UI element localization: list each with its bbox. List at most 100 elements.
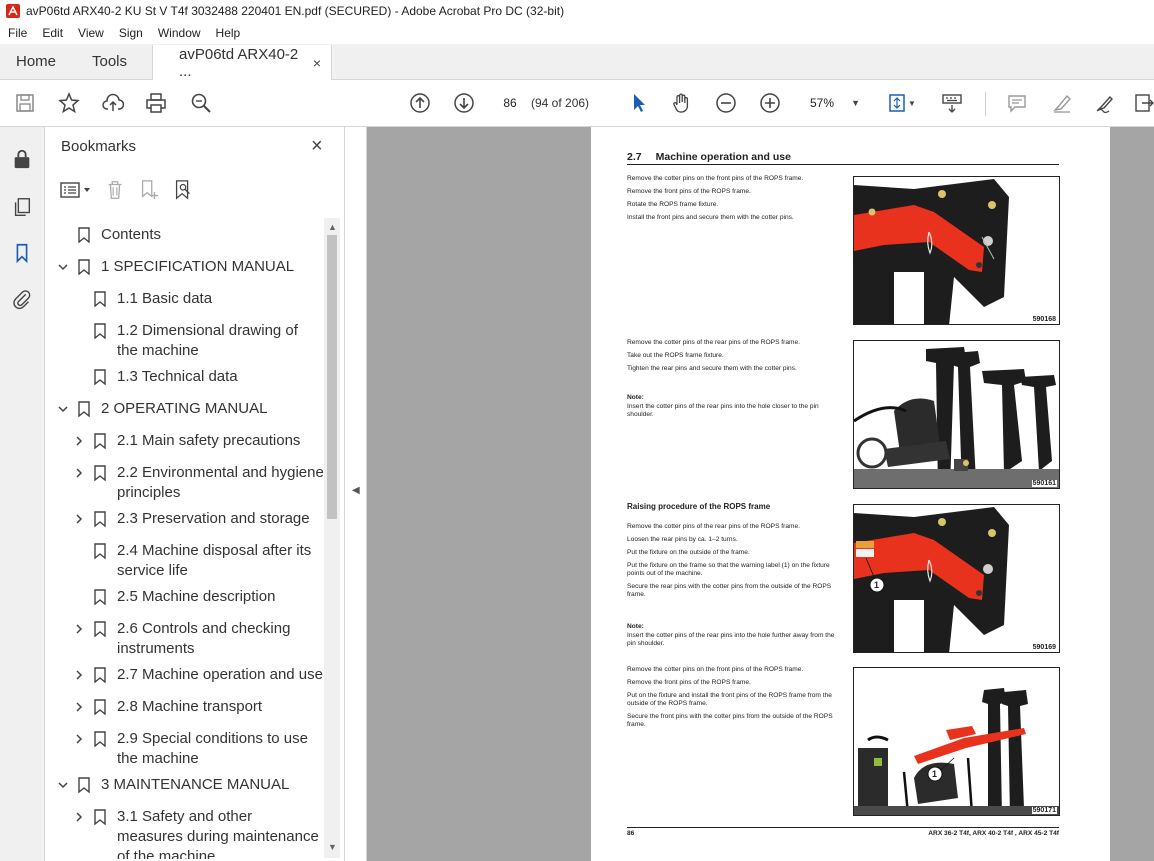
chevron-right-icon[interactable] bbox=[73, 810, 85, 824]
delete-bookmark-icon[interactable] bbox=[103, 178, 127, 202]
bookmark-item[interactable]: 1.2 Dimensional drawing of the machine bbox=[45, 321, 325, 363]
chevron-right-icon[interactable] bbox=[73, 512, 85, 526]
bookmark-label: 1 SPECIFICATION MANUAL bbox=[101, 258, 295, 275]
bookmarks-scrollbar[interactable]: ▲ ▼ bbox=[324, 218, 340, 858]
bookmark-item[interactable]: 2 OPERATING MANUAL bbox=[45, 399, 325, 421]
search-zoom-icon[interactable] bbox=[188, 90, 214, 116]
bookmarks-panel-icon[interactable] bbox=[10, 241, 34, 265]
bookmark-item[interactable]: 2.4 Machine disposal after its service l… bbox=[45, 541, 325, 583]
figure-number: 590169 bbox=[1031, 644, 1057, 651]
menu-help[interactable]: Help bbox=[208, 26, 248, 40]
bookmark-item[interactable]: Contents bbox=[45, 225, 325, 247]
panel-collapse-strip: ◀ bbox=[345, 127, 367, 861]
chevron-right-icon[interactable] bbox=[73, 732, 85, 746]
document-viewer[interactable]: 2.7 Machine operation and use Remove the … bbox=[367, 127, 1154, 861]
bookmark-flag-icon bbox=[94, 465, 106, 481]
scroll-down-arrow-icon[interactable]: ▼ bbox=[328, 842, 337, 852]
scrollbar-thumb[interactable] bbox=[327, 235, 337, 519]
prev-page-icon[interactable] bbox=[407, 90, 433, 116]
chevron-right-icon[interactable] bbox=[73, 466, 85, 480]
comment-icon[interactable] bbox=[1004, 90, 1030, 116]
menu-view[interactable]: View bbox=[70, 26, 111, 40]
bookmark-flag-icon bbox=[94, 433, 106, 449]
tab-close-icon[interactable]: × bbox=[313, 55, 321, 71]
bookmark-item[interactable]: 1 SPECIFICATION MANUAL bbox=[45, 257, 325, 279]
instruction-block-3: Remove the cotter pins of the rear pins … bbox=[627, 523, 837, 604]
bookmark-item[interactable]: 2.1 Main safety precautions bbox=[45, 431, 325, 453]
chevron-right-icon[interactable] bbox=[73, 622, 85, 636]
print-icon[interactable] bbox=[143, 90, 169, 116]
bookmark-star-icon[interactable] bbox=[56, 90, 82, 116]
bookmark-options-icon[interactable] bbox=[59, 178, 93, 202]
export-pdf-icon[interactable] bbox=[1132, 90, 1154, 116]
menu-bar: File Edit View Sign Window Help bbox=[0, 22, 1154, 44]
left-navigation-rail bbox=[0, 127, 45, 861]
chevron-down-icon[interactable] bbox=[57, 402, 69, 416]
bookmark-item[interactable]: 2.5 Machine description bbox=[45, 587, 325, 609]
window-titlebar: avP06td ARX40-2 KU St V T4f 3032488 2204… bbox=[0, 0, 1154, 22]
tab-home[interactable]: Home bbox=[0, 44, 76, 79]
upload-cloud-icon[interactable] bbox=[100, 90, 126, 116]
instruction-step: Rotate the ROPS frame fixture. bbox=[627, 201, 719, 208]
instruction-step: Secure the front pins with the cotter pi… bbox=[627, 713, 833, 728]
page-number-input[interactable]: 86 bbox=[495, 90, 525, 116]
instruction-step: Loosen the rear pins by ca. 1–2 turns. bbox=[627, 536, 738, 543]
new-bookmark-icon[interactable] bbox=[137, 178, 161, 202]
bookmark-flag-icon bbox=[94, 589, 106, 605]
bookmark-label: 1.1 Basic data bbox=[117, 290, 213, 307]
chevron-down-icon[interactable] bbox=[57, 778, 69, 792]
pages-thumbnails-icon[interactable] bbox=[10, 195, 34, 219]
tab-tools[interactable]: Tools bbox=[76, 44, 152, 79]
figure-number: 590171 bbox=[1031, 807, 1057, 814]
bookmarks-toolbar bbox=[59, 177, 205, 203]
bookmark-flag-icon bbox=[94, 543, 106, 559]
bookmark-flag-icon bbox=[78, 227, 90, 243]
chevron-right-icon[interactable] bbox=[73, 434, 85, 448]
sign-pen-icon[interactable] bbox=[1092, 90, 1118, 116]
bookmark-item[interactable]: 2.6 Controls and checking instruments bbox=[45, 619, 325, 661]
attachments-paperclip-icon[interactable] bbox=[10, 287, 34, 311]
hand-tool-icon[interactable] bbox=[669, 90, 695, 116]
figure-590171: 1 590171 bbox=[853, 667, 1060, 816]
next-page-icon[interactable] bbox=[451, 90, 477, 116]
bookmark-item[interactable]: 2.8 Machine transport bbox=[45, 697, 325, 719]
footer-page-number: 86 bbox=[627, 830, 635, 837]
menu-window[interactable]: Window bbox=[150, 26, 208, 40]
bookmark-label: 1.3 Technical data bbox=[117, 368, 238, 385]
bookmark-item[interactable]: 1.1 Basic data bbox=[45, 289, 325, 311]
tab-document[interactable]: avP06td ARX40-2 ... × bbox=[152, 45, 332, 80]
keyboard-scroll-icon[interactable] bbox=[939, 90, 965, 116]
chevron-right-icon[interactable] bbox=[73, 700, 85, 714]
fit-page-chevron-icon[interactable]: ▼ bbox=[906, 90, 918, 116]
select-cursor-icon[interactable] bbox=[626, 90, 652, 116]
highlight-pen-icon[interactable] bbox=[1049, 90, 1075, 116]
rops-seat-illustration bbox=[854, 347, 1059, 488]
bookmarks-close-icon[interactable]: × bbox=[311, 135, 323, 158]
zoom-out-icon[interactable] bbox=[713, 90, 739, 116]
scroll-up-arrow-icon[interactable]: ▲ bbox=[328, 222, 337, 232]
bookmark-item[interactable]: 3 MAINTENANCE MANUAL bbox=[45, 775, 325, 797]
bookmark-item[interactable]: 3.1 Safety and other measures during mai… bbox=[45, 807, 325, 859]
menu-sign[interactable]: Sign bbox=[111, 26, 150, 40]
bookmark-item[interactable]: 2.7 Machine operation and use bbox=[45, 665, 325, 687]
chevron-right-icon[interactable] bbox=[73, 668, 85, 682]
find-bookmark-icon[interactable] bbox=[171, 178, 195, 202]
collapse-panel-arrow-icon[interactable]: ◀ bbox=[352, 485, 360, 496]
note-block-3: Note: Insert the cotter pins of the rear… bbox=[627, 623, 837, 653]
bookmark-item[interactable]: 1.3 Technical data bbox=[45, 367, 325, 389]
lock-icon[interactable] bbox=[10, 147, 34, 171]
menu-file[interactable]: File bbox=[0, 26, 34, 40]
tab-document-label: avP06td ARX40-2 ... bbox=[179, 45, 299, 80]
rops-cabin-illustration bbox=[854, 688, 1059, 815]
save-icon[interactable] bbox=[12, 90, 38, 116]
bookmark-item[interactable]: 2.2 Environmental and hygiene principles bbox=[45, 463, 325, 505]
bookmark-item[interactable]: 2.9 Special conditions to use the machin… bbox=[45, 729, 325, 771]
zoom-level-select[interactable]: 57% ▼ bbox=[800, 90, 864, 116]
menu-edit[interactable]: Edit bbox=[34, 26, 70, 40]
bookmark-item[interactable]: 2.3 Preservation and storage bbox=[45, 509, 325, 531]
rops-pins-illustration bbox=[854, 179, 1009, 324]
zoom-in-icon[interactable] bbox=[757, 90, 783, 116]
bookmark-label: 1.2 Dimensional drawing of the machine bbox=[117, 322, 298, 359]
bookmarks-panel: Bookmarks × Contents 1 SPECIFICATION MAN… bbox=[45, 127, 345, 861]
chevron-down-icon[interactable] bbox=[57, 260, 69, 274]
